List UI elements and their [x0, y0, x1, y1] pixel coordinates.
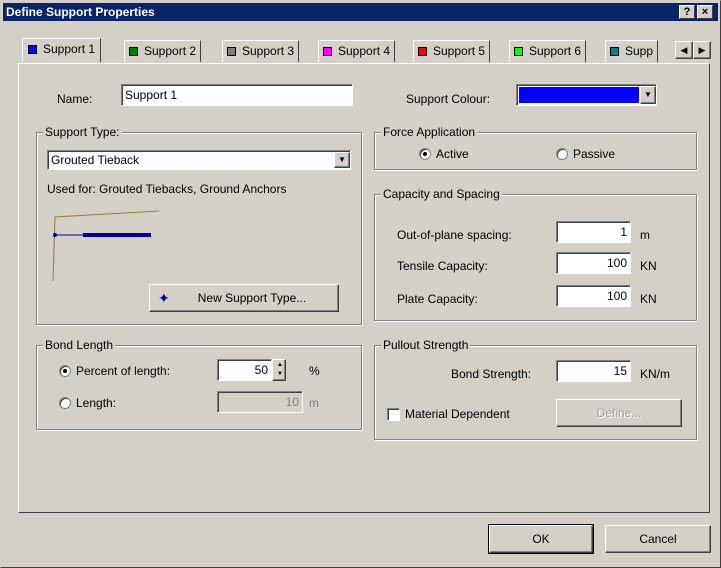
spin-down-icon[interactable]: ▼	[273, 370, 287, 379]
capacity-spacing-group: Capacity and Spacing Out-of-plane spacin…	[374, 187, 697, 321]
percent-unit: %	[309, 364, 320, 378]
tab-color-swatch	[227, 47, 236, 56]
material-dependent-checkbox[interactable]	[387, 408, 400, 421]
support-type-group: Support Type: Grouted Tieback ▼ Used for…	[36, 125, 362, 325]
passive-radio[interactable]	[556, 148, 568, 160]
active-label: Active	[436, 147, 469, 161]
active-radio[interactable]	[419, 148, 431, 160]
support-type-value: Grouted Tieback	[51, 153, 140, 167]
percent-spinner[interactable]: ▲ ▼	[272, 359, 286, 381]
tab-support-1[interactable]: Support 1	[22, 38, 102, 62]
tab-panel: Name: Support 1 Support Colour: ▼ Suppor…	[18, 63, 710, 513]
tab-strip: Support 1 Support 2 Support 3 Support 4 …	[22, 38, 699, 62]
force-application-group: Force Application Active Passive	[374, 125, 697, 170]
tab-scroll-arrows: ◀ ▶	[675, 41, 711, 59]
window-title: Define Support Properties	[6, 5, 155, 19]
length-unit: m	[309, 396, 319, 410]
chevron-down-icon[interactable]: ▼	[640, 86, 656, 104]
tensile-capacity-unit: KN	[640, 259, 657, 273]
tab-color-swatch	[323, 47, 332, 56]
tab-support-7[interactable]: Supp	[605, 40, 659, 62]
material-dependent-label: Material Dependent	[405, 407, 510, 421]
pullout-strength-group: Pullout Strength Bond Strength: 15 KN/m …	[374, 338, 697, 440]
bond-strength-label: Bond Strength:	[451, 367, 532, 381]
bond-strength-unit: KN/m	[640, 367, 670, 381]
tab-label: Support 4	[338, 44, 391, 58]
tab-color-swatch	[418, 47, 427, 56]
new-support-type-label: New Support Type...	[197, 291, 307, 305]
wand-icon: ✦	[158, 290, 170, 306]
bond-length-title: Bond Length	[43, 338, 116, 352]
new-support-type-button[interactable]: ✦ New Support Type...	[149, 284, 339, 312]
length-input[interactable]: 10	[217, 391, 303, 413]
scroll-left-icon[interactable]: ◀	[675, 41, 693, 59]
support-diagram	[52, 210, 160, 282]
spacing-unit: m	[640, 228, 650, 242]
tab-label: Support 2	[144, 44, 197, 58]
support-type-select[interactable]: Grouted Tieback ▼	[47, 150, 351, 170]
chevron-down-icon[interactable]: ▼	[334, 152, 350, 168]
length-radio[interactable]	[59, 397, 71, 409]
name-input[interactable]: Support 1	[121, 84, 353, 106]
support-type-title: Support Type:	[43, 125, 122, 139]
plate-capacity-unit: KN	[640, 292, 657, 306]
spacing-input[interactable]: 1	[556, 221, 631, 243]
tensile-capacity-input[interactable]: 100	[556, 252, 631, 274]
tab-color-swatch	[28, 45, 37, 54]
bond-strength-input[interactable]: 15	[556, 360, 631, 382]
name-label: Name:	[57, 92, 93, 106]
force-application-title: Force Application	[381, 125, 478, 139]
percent-of-length-label: Percent of length:	[76, 364, 171, 378]
tab-support-4[interactable]: Support 4	[318, 40, 396, 62]
title-bar: Define Support Properties ? ×	[3, 3, 718, 21]
tab-label: Support 6	[529, 44, 582, 58]
plate-capacity-input[interactable]: 100	[556, 285, 631, 307]
length-label: Length:	[76, 396, 117, 410]
tab-color-swatch	[514, 47, 523, 56]
tab-color-swatch	[129, 47, 138, 56]
tensile-capacity-label: Tensile Capacity:	[397, 259, 488, 273]
percent-input[interactable]: 50	[217, 359, 272, 381]
capacity-spacing-title: Capacity and Spacing	[381, 187, 502, 201]
dialog-window: Define Support Properties ? × Support 1 …	[0, 0, 721, 568]
ok-button[interactable]: OK	[488, 524, 594, 554]
tab-label: Supp	[625, 44, 654, 58]
tab-support-3[interactable]: Support 3	[222, 40, 300, 62]
tab-support-2[interactable]: Support 2	[124, 40, 202, 62]
define-button[interactable]: Define...	[556, 399, 682, 427]
tab-label: Support 1	[43, 42, 96, 56]
close-icon[interactable]: ×	[697, 5, 713, 19]
support-colour-label: Support Colour:	[406, 92, 491, 106]
spin-up-icon[interactable]: ▲	[273, 361, 287, 370]
tab-support-6[interactable]: Support 6	[509, 40, 587, 62]
bond-length-group: Bond Length Percent of length: 50 ▲ ▼ % …	[36, 338, 362, 430]
tab-label: Support 5	[433, 44, 486, 58]
support-colour-picker[interactable]: ▼	[516, 84, 657, 106]
help-icon[interactable]: ?	[679, 5, 695, 19]
spacing-label: Out-of-plane spacing:	[397, 228, 512, 242]
pullout-strength-title: Pullout Strength	[381, 338, 471, 352]
tab-label: Support 3	[242, 44, 295, 58]
plate-capacity-label: Plate Capacity:	[397, 292, 478, 306]
cancel-button[interactable]: Cancel	[605, 525, 711, 553]
colour-swatch	[519, 87, 639, 103]
tab-support-5[interactable]: Support 5	[413, 40, 491, 62]
tab-color-swatch	[610, 47, 619, 56]
used-for-text: Used for: Grouted Tiebacks, Ground Ancho…	[47, 182, 287, 196]
percent-of-length-radio[interactable]	[59, 365, 71, 377]
scroll-right-icon[interactable]: ▶	[693, 41, 711, 59]
passive-label: Passive	[573, 147, 616, 161]
